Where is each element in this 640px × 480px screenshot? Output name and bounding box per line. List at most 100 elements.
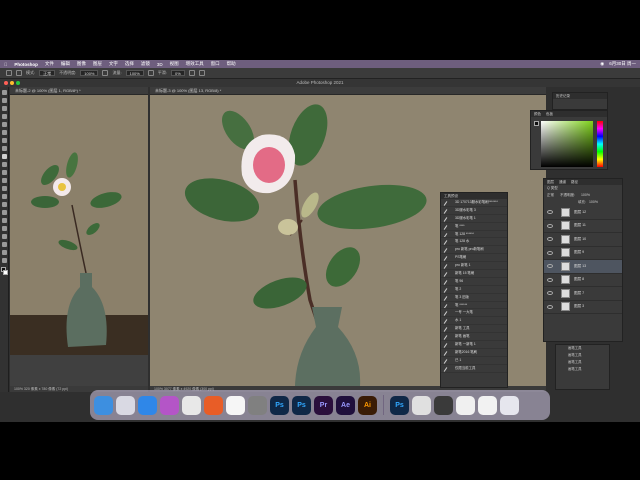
foreground-color-chip[interactable] <box>534 121 539 126</box>
tab-swatches[interactable]: 色板 <box>546 111 553 117</box>
tool-preset-item[interactable]: 仅限当前工具 <box>441 365 507 373</box>
tab-paths[interactable]: 路径 <box>571 179 578 185</box>
layer-row[interactable]: 图层 11 <box>544 220 622 233</box>
history-state[interactable]: 画笔工具 <box>556 352 609 359</box>
blur-tool-icon[interactable] <box>2 194 7 199</box>
menu-window[interactable]: 窗口 <box>211 61 220 67</box>
dock-app-photoshop-icon[interactable]: Ps <box>270 395 289 415</box>
history-state[interactable]: 画笔工具 <box>556 345 609 352</box>
dock-app-finder-icon[interactable] <box>94 395 113 415</box>
pen-tool-icon[interactable] <box>2 210 7 215</box>
menu-view[interactable]: 视图 <box>170 61 179 67</box>
menu-filter[interactable]: 滤镜 <box>141 61 150 67</box>
dock-app-preview-icon[interactable] <box>456 395 475 415</box>
menu-plugins[interactable]: 增效工具 <box>186 61 204 67</box>
layer-row[interactable]: 图层 10 <box>544 233 622 247</box>
menu-select[interactable]: 选择 <box>125 61 134 67</box>
history-state[interactable]: 画笔工具 <box>556 359 609 366</box>
tool-preset-item[interactable]: 笔 128 水 <box>441 238 507 247</box>
layer-row[interactable]: 图层 13 <box>544 260 622 274</box>
eyedropper-tool-icon[interactable] <box>2 138 7 143</box>
tool-preset-item[interactable]: 笔 ****** <box>441 302 507 310</box>
shape-tool-icon[interactable] <box>2 234 7 239</box>
menu-image[interactable]: 图像 <box>77 61 86 67</box>
layer-opacity-field[interactable]: 100% <box>581 192 590 199</box>
edit-toolbar-icon[interactable] <box>2 258 7 263</box>
tool-preset-item[interactable]: 笔 96 <box>441 278 507 286</box>
tool-preset-item[interactable]: 笔 3 旧版 <box>441 294 507 302</box>
tool-preset-item[interactable]: 新笔 画笔 <box>441 333 507 342</box>
flow-field[interactable]: 100% <box>125 70 144 76</box>
dock-app-trash-icon[interactable] <box>500 395 519 415</box>
dock-app-sketch-icon[interactable] <box>412 395 431 415</box>
brush-settings-icon[interactable] <box>16 70 22 76</box>
dock-app-notes-icon[interactable] <box>226 395 245 415</box>
opacity-field[interactable]: 100% <box>80 70 99 76</box>
brush-preset-icon[interactable] <box>6 70 12 76</box>
gradient-tool-icon[interactable] <box>2 186 7 191</box>
hue-slider[interactable] <box>597 121 603 167</box>
layer-row[interactable]: 图层 7 <box>544 287 622 301</box>
dock-app-after-effects-icon[interactable]: Ae <box>336 395 355 415</box>
smooth-field[interactable]: 0% <box>170 70 185 76</box>
tab-channels[interactable]: 通道 <box>559 179 566 185</box>
crop-tool-icon[interactable] <box>2 122 7 127</box>
menu-app-name[interactable]: Photoshop <box>14 62 38 67</box>
mode-select[interactable]: 正常 <box>39 70 56 76</box>
tool-preset-item[interactable]: 笔 128 ****** <box>441 231 507 239</box>
menu-3d[interactable]: 3D <box>157 62 163 67</box>
tool-preset-item[interactable]: pro 新笔 pro新笔刷 <box>441 246 507 255</box>
angle-icon[interactable] <box>198 70 205 76</box>
tool-preset-item[interactable]: 新笔2016 笔刷 <box>441 349 507 357</box>
frame-tool-icon[interactable] <box>2 130 7 135</box>
quick-select-tool-icon[interactable] <box>2 114 7 119</box>
dock-app-photoshop-2-icon[interactable]: Ps <box>292 395 311 415</box>
tool-preset-item[interactable]: 水 1 <box>441 317 507 326</box>
layer-row[interactable]: 图层 9 <box>544 247 622 260</box>
menu-type[interactable]: 文字 <box>109 61 118 67</box>
dock-app-preferences-icon[interactable] <box>248 395 267 415</box>
layer-row[interactable]: 图层 8 <box>544 274 622 287</box>
document-tab-left[interactable]: 未标题-2 @ 100% (图层 1, RGB/8*) * <box>10 87 148 95</box>
pressure-opacity-icon[interactable] <box>102 70 109 76</box>
zoom-tool-icon[interactable] <box>2 250 7 255</box>
tool-preset-item[interactable]: pro 新笔 1 <box>441 262 507 271</box>
dock-app-mail-icon[interactable] <box>160 395 179 415</box>
dock-app-downloads-icon[interactable] <box>478 395 497 415</box>
zoom-window-button[interactable] <box>16 81 20 85</box>
history-state[interactable]: 画笔工具 <box>556 366 609 373</box>
tool-preset-item[interactable]: 已 1 <box>441 357 507 365</box>
color-field[interactable] <box>541 121 593 167</box>
layer-kind-filter[interactable]: Q 类型 <box>547 186 558 190</box>
canvas-left[interactable] <box>10 95 148 355</box>
layer-row[interactable]: 图层 3 <box>544 301 622 314</box>
layer-row[interactable]: 图层 12 <box>544 206 622 220</box>
visibility-eye-icon[interactable] <box>547 237 553 242</box>
menu-file[interactable]: 文件 <box>45 61 54 67</box>
healing-tool-icon[interactable] <box>2 146 7 151</box>
tool-preset-item[interactable]: 笔 2 <box>441 286 507 294</box>
brush-tool-icon[interactable] <box>2 154 7 159</box>
visibility-eye-icon[interactable] <box>547 250 553 255</box>
apple-icon[interactable]:  <box>4 62 7 67</box>
tool-preset-item[interactable]: 3D 170713服水彩笔刷******* <box>441 199 507 207</box>
dock-app-brave-icon[interactable] <box>204 395 223 415</box>
move-tool-icon[interactable] <box>2 90 7 95</box>
marquee-tool-icon[interactable] <box>2 98 7 103</box>
minimize-window-button[interactable] <box>10 81 14 85</box>
menu-edit[interactable]: 编辑 <box>61 61 70 67</box>
dodge-tool-icon[interactable] <box>2 202 7 207</box>
visibility-eye-icon[interactable] <box>547 210 553 215</box>
tool-preset-item[interactable]: 3D服水彩笔 1 <box>441 215 507 223</box>
tool-preset-item[interactable]: PS笔刷 <box>441 254 507 263</box>
visibility-eye-icon[interactable] <box>547 291 553 296</box>
dock-app-illustrator-icon[interactable]: Ai <box>358 395 377 415</box>
menu-layer[interactable]: 图层 <box>93 61 102 67</box>
background-color-swatch[interactable] <box>3 270 8 275</box>
dock-app-photoshop-running-icon[interactable]: Ps <box>390 395 409 415</box>
document-tab-main[interactable]: 未标题-3 @ 100% (图层 13, RGB/8) * <box>150 87 546 95</box>
tool-preset-item[interactable]: 新笔 一新笔 1 <box>441 341 507 349</box>
wifi-icon[interactable]: ◉ <box>600 61 604 67</box>
dock-app-safari-icon[interactable] <box>138 395 157 415</box>
tab-color[interactable]: 颜色 <box>534 111 541 117</box>
